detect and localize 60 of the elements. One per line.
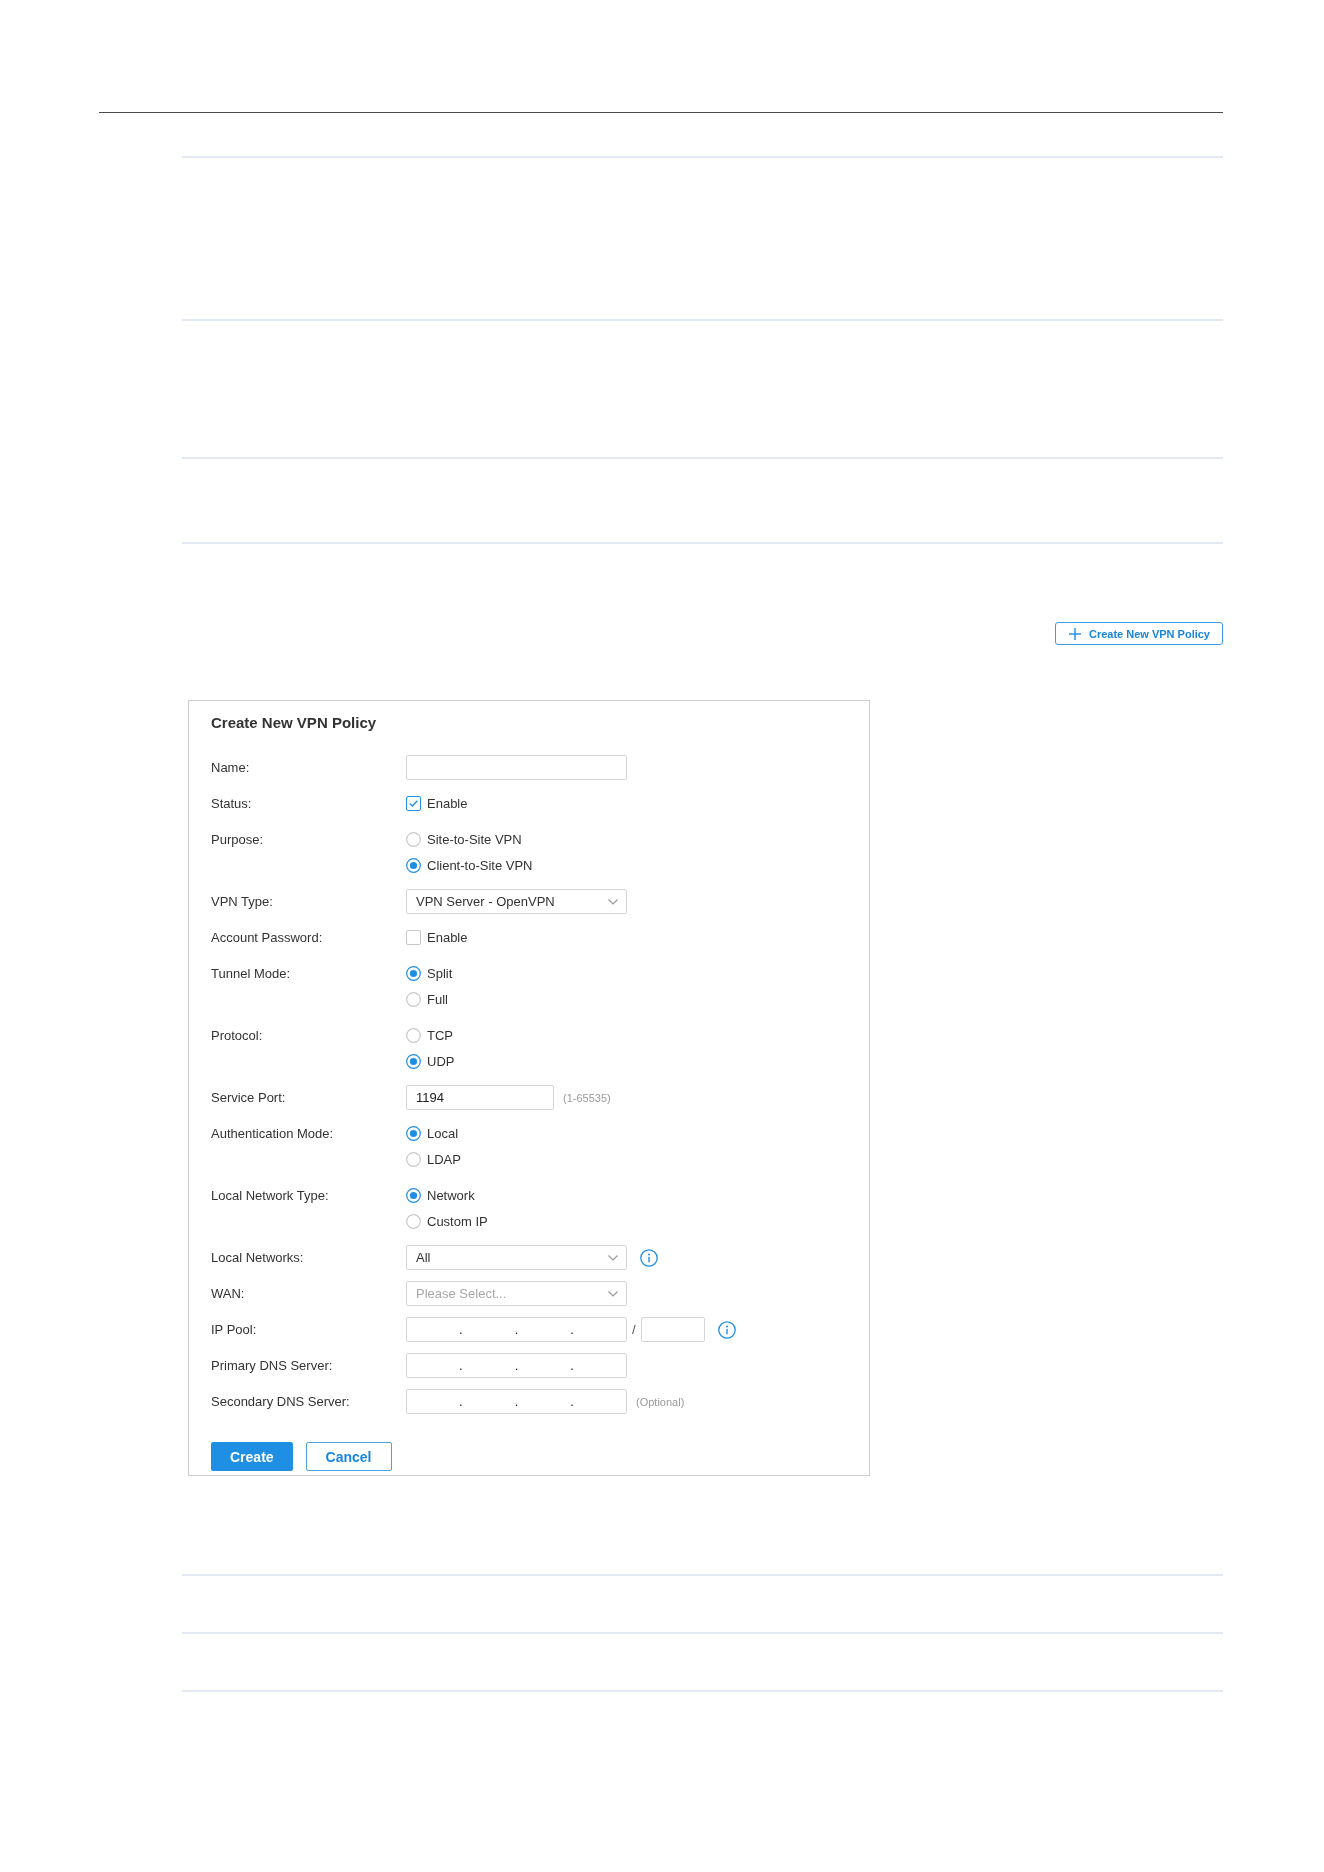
check-icon: [409, 800, 418, 807]
form-title: Create New VPN Policy: [211, 714, 377, 732]
option-label[interactable]: Network: [427, 1188, 475, 1203]
radio-button[interactable]: [406, 1188, 421, 1203]
radio-button[interactable]: [406, 832, 421, 847]
field-label: Local Networks:: [211, 1249, 304, 1267]
field-label: Name:: [211, 759, 250, 777]
option-label[interactable]: Client-to-Site VPN: [427, 858, 533, 873]
field-label: Local Network Type:: [211, 1187, 329, 1205]
checkbox[interactable]: [406, 796, 421, 811]
chevron-down-icon: [608, 1290, 618, 1297]
field-label: Account Password:: [211, 929, 323, 947]
option-label[interactable]: Enable: [427, 796, 468, 811]
option-label[interactable]: Custom IP: [427, 1214, 488, 1229]
field-label: Service Port:: [211, 1089, 286, 1107]
radio-button[interactable]: [406, 858, 421, 873]
option-label[interactable]: LDAP: [427, 1152, 461, 1167]
field-label: Primary DNS Server:: [211, 1357, 333, 1375]
cancel-button[interactable]: Cancel: [305, 1442, 392, 1471]
prefix-separator: /: [632, 1322, 636, 1337]
field-label: Status:: [211, 795, 252, 813]
field-label: Protocol:: [211, 1027, 263, 1045]
chevron-down-icon: [608, 1254, 618, 1261]
radio-button[interactable]: [406, 992, 421, 1007]
radio-button[interactable]: [406, 1214, 421, 1229]
option-label[interactable]: Split: [427, 966, 453, 981]
option-label[interactable]: Full: [427, 992, 448, 1007]
option-label[interactable]: UDP: [427, 1054, 455, 1069]
ip-address-field[interactable]: . . .: [406, 1389, 627, 1414]
dropdown-field[interactable]: All: [406, 1245, 627, 1270]
radio-button[interactable]: [406, 1028, 421, 1043]
radio-button[interactable]: [406, 1152, 421, 1167]
option-label[interactable]: TCP: [427, 1028, 453, 1043]
field-label: WAN:: [211, 1285, 245, 1303]
field-label: Secondary DNS Server:: [211, 1393, 350, 1411]
text-field[interactable]: [406, 755, 627, 780]
info-icon[interactable]: [717, 1320, 736, 1339]
field-label: Purpose:: [211, 831, 264, 849]
option-label[interactable]: Site-to-Site VPN: [427, 832, 522, 847]
plus-icon: [1068, 627, 1081, 640]
option-label[interactable]: Local: [427, 1126, 459, 1141]
radio-button[interactable]: [406, 1126, 421, 1141]
hint-text: (1-65535): [563, 1091, 611, 1104]
field-label: Authentication Mode:: [211, 1125, 334, 1143]
hint-text: (Optional): [636, 1395, 685, 1408]
dropdown-field[interactable]: VPN Server - OpenVPN: [406, 889, 627, 914]
info-icon[interactable]: [640, 1248, 658, 1267]
radio-button[interactable]: [406, 966, 421, 981]
prefix-length-field[interactable]: [640, 1317, 705, 1342]
field-label: Tunnel Mode:: [211, 965, 290, 983]
radio-button[interactable]: [406, 1054, 421, 1069]
ip-address-field[interactable]: . . .: [406, 1317, 627, 1342]
chevron-down-icon: [608, 898, 618, 905]
field-label: VPN Type:: [211, 893, 273, 911]
option-label[interactable]: Enable: [427, 930, 468, 945]
checkbox[interactable]: [406, 930, 421, 945]
ip-address-field[interactable]: . . .: [406, 1353, 627, 1378]
field-label: IP Pool:: [211, 1321, 257, 1339]
port-field[interactable]: 1194: [406, 1085, 554, 1110]
create-policy-button[interactable]: Create New VPN Policy: [1054, 622, 1223, 645]
